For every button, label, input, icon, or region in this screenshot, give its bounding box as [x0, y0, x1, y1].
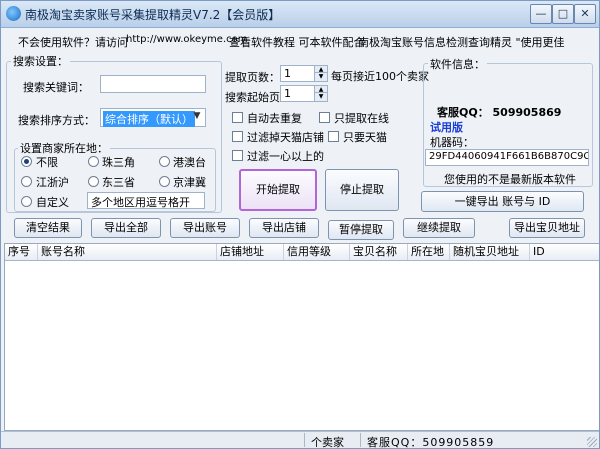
radio-location-custom[interactable] — [21, 196, 32, 207]
help-question-text: 不会使用软件？请访问 — [18, 36, 128, 49]
status-separator — [360, 433, 361, 447]
chevron-down-icon[interactable]: ▼ — [191, 111, 203, 124]
radio-location-jjj[interactable] — [159, 176, 170, 187]
pages-value: 1 — [284, 67, 291, 80]
start-page-value: 1 — [284, 87, 291, 100]
export-all-button[interactable]: 导出全部 — [91, 218, 161, 238]
filter-credit-checkbox[interactable] — [232, 150, 243, 161]
filter-tmall-label: 过滤掉天猫店铺 — [247, 131, 324, 144]
version-notice: 您使用的不是最新版本软件 — [444, 173, 576, 186]
status-bar: 个卖家 客服QQ：509905859 — [1, 431, 599, 449]
promo-link[interactable]: 南极淘宝账号信息检测查询精灵 "使用更佳 — [358, 34, 565, 50]
export-accounts-button[interactable]: 导出账号 — [170, 218, 240, 238]
column-header-random-item-url[interactable]: 随机宝贝地址 — [450, 244, 530, 260]
pages-stepper[interactable]: 1 ▲ ▼ — [280, 65, 328, 82]
machine-code-field[interactable]: 29FD44060941F661B6B870C9C — [425, 149, 589, 166]
column-header-item-name[interactable]: 宝贝名称 — [350, 244, 408, 260]
radio-location-jzh[interactable] — [21, 176, 32, 187]
radio-location-dongsansheng[interactable] — [88, 176, 99, 187]
radio-location-jjj-label: 京津冀 — [173, 176, 206, 189]
filter-tmall-checkbox[interactable] — [232, 131, 243, 142]
pause-extract-button[interactable]: 暂停提取 — [328, 220, 394, 240]
status-separator — [304, 433, 305, 447]
table-header: 序号 账号名称 店铺地址 信用等级 宝贝名称 所在地 随机宝贝地址 ID — [5, 244, 599, 261]
close-button[interactable]: ✕ — [574, 4, 596, 24]
machine-code-label: 机器码： — [430, 136, 474, 149]
chevron-down-icon[interactable]: ▼ — [314, 92, 327, 101]
radio-location-prd[interactable] — [88, 156, 99, 167]
clear-results-button[interactable]: 清空结果 — [14, 218, 82, 238]
filter-credit-label: 过滤一心以上的 — [247, 150, 324, 163]
pages-note: 每页接近100个卖家 — [331, 70, 429, 83]
radio-location-custom-label: 自定义 — [36, 196, 69, 209]
seller-count: 个卖家 — [311, 436, 344, 449]
radio-location-prd-label: 珠三角 — [102, 156, 135, 169]
support-qq: 客服QQ： 509905869 — [437, 106, 562, 119]
minimize-button[interactable]: — — [530, 4, 552, 24]
export-item-urls-button[interactable]: 导出宝贝地址 — [509, 218, 585, 238]
radio-location-hkmt-label: 港澳台 — [173, 156, 206, 169]
column-header-credit[interactable]: 信用等级 — [284, 244, 350, 260]
radio-location-any-label: 不限 — [36, 156, 58, 169]
radio-location-jzh-label: 江浙沪 — [36, 176, 69, 189]
tmall-only-checkbox[interactable] — [328, 131, 339, 142]
column-header-index[interactable]: 序号 — [5, 244, 38, 260]
app-icon — [6, 6, 21, 21]
tmall-only-label: 只要天猫 — [343, 131, 387, 144]
online-only-label: 只提取在线 — [334, 112, 389, 125]
custom-location-input[interactable]: 多个地区用逗号格开 — [87, 192, 205, 209]
start-page-stepper[interactable]: 1 ▲ ▼ — [280, 85, 328, 102]
status-support-qq: 客服QQ：509905859 — [367, 436, 495, 449]
export-account-id-button[interactable]: 一键导出 账号与 ID — [421, 191, 584, 212]
search-settings-label: 搜索设置： — [11, 53, 70, 69]
column-header-location[interactable]: 所在地 — [408, 244, 450, 260]
keyword-input[interactable] — [100, 75, 206, 93]
results-table[interactable]: 序号 账号名称 店铺地址 信用等级 宝贝名称 所在地 随机宝贝地址 ID — [4, 243, 599, 431]
radio-location-hkmt[interactable] — [159, 156, 170, 167]
stop-extract-button[interactable]: 停止提取 — [325, 169, 399, 211]
maximize-button[interactable]: □ — [552, 4, 574, 24]
window-title: 南极淘宝卖家账号采集提取精灵V7.2【会员版】 — [25, 8, 281, 22]
top-links-bar: 不会使用软件？请访问 http://www.okeyme.com 查看软件教程 … — [1, 28, 599, 52]
radio-location-dongsansheng-label: 东三省 — [102, 176, 135, 189]
keyword-label: 搜索关键词： — [23, 81, 89, 94]
title-bar: 南极淘宝卖家账号采集提取精灵V7.2【会员版】 — □ ✕ — [1, 1, 599, 28]
resume-extract-button[interactable]: 继续提取 — [403, 218, 475, 238]
sort-selected-value: 综合排序（默认） — [103, 111, 195, 127]
software-info-label: 软件信息： — [428, 56, 487, 72]
resize-grip-icon[interactable] — [587, 437, 597, 447]
export-shops-button[interactable]: 导出店铺 — [249, 218, 319, 238]
tutorial-link[interactable]: 查看软件教程 可本软件配合 — [229, 34, 365, 50]
column-header-shop-url[interactable]: 店铺地址 — [217, 244, 284, 260]
main-window: 南极淘宝卖家账号采集提取精灵V7.2【会员版】 — □ ✕ 不会使用软件？请访问… — [0, 0, 600, 449]
start-extract-button[interactable]: 开始提取 — [239, 169, 317, 211]
column-header-account[interactable]: 账号名称 — [38, 244, 217, 260]
radio-location-any[interactable] — [21, 156, 32, 167]
sort-select[interactable]: 综合排序（默认） ▼ — [100, 108, 206, 127]
dedupe-checkbox[interactable] — [232, 112, 243, 123]
online-only-checkbox[interactable] — [319, 112, 330, 123]
pages-label: 提取页数： — [225, 71, 280, 84]
chevron-down-icon[interactable]: ▼ — [314, 72, 327, 81]
column-header-id[interactable]: ID — [530, 244, 599, 260]
dedupe-label: 自动去重复 — [247, 112, 302, 125]
version-badge: 试用版 — [430, 121, 463, 134]
location-label: 设置商家所在地： — [18, 140, 110, 156]
sort-label: 搜索排序方式： — [18, 114, 95, 127]
